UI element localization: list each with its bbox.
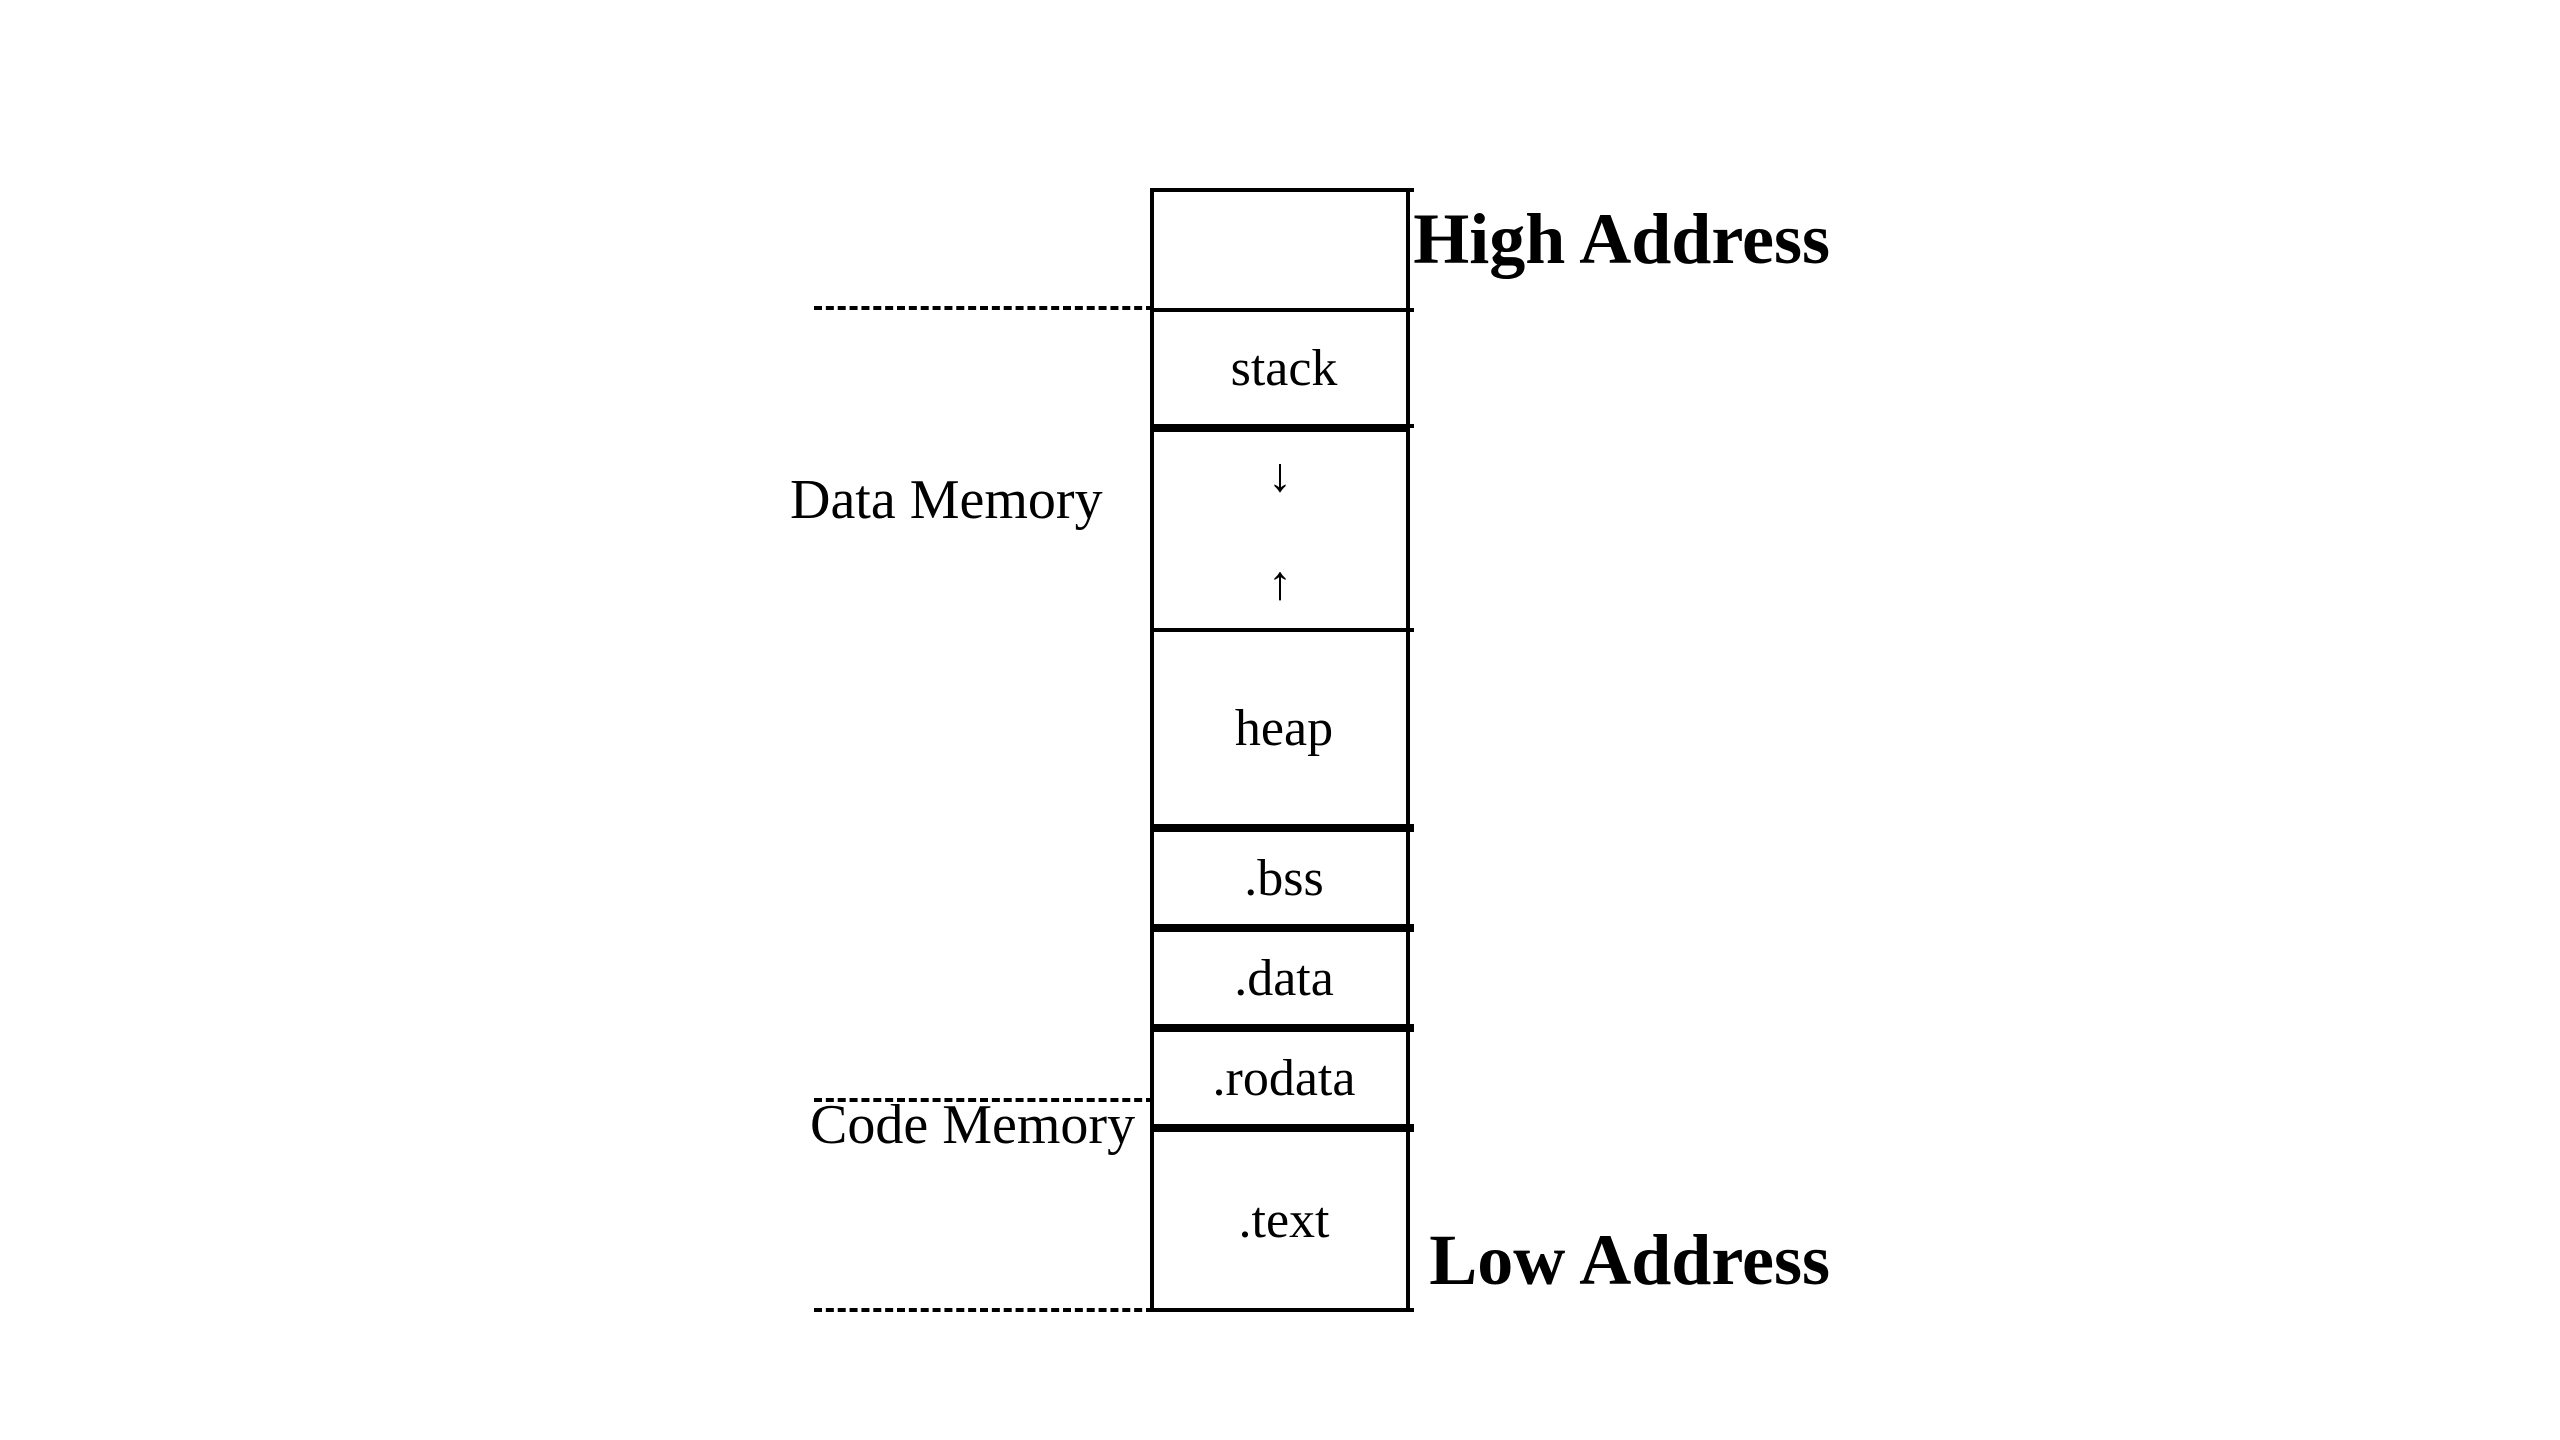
- rodata-label: .rodata: [1213, 1049, 1356, 1108]
- diagram-container: High Address Low Address Data Memory Cod…: [0, 0, 2560, 1440]
- dashed-line-bottom: [814, 1308, 1154, 1312]
- diagram-inner: High Address Low Address Data Memory Cod…: [680, 30, 1880, 1410]
- bss-label: .bss: [1244, 849, 1323, 908]
- dashed-line-top: [814, 306, 1154, 310]
- memory-column: stack ↓ ↑ heap .bss .data: [1150, 188, 1410, 1312]
- low-address-label: Low Address: [1429, 1219, 1830, 1302]
- memory-layout: High Address Low Address Data Memory Cod…: [1150, 188, 1410, 1312]
- text-label: .text: [1239, 1191, 1330, 1250]
- dashed-line-mid: [814, 1098, 1154, 1102]
- segment-bss: .bss: [1154, 828, 1414, 928]
- segment-stack: stack: [1154, 308, 1414, 428]
- segment-text: .text: [1154, 1128, 1414, 1308]
- segment-arrows: ↓ ↑: [1154, 428, 1406, 628]
- heap-label: heap: [1235, 699, 1333, 758]
- data-label: .data: [1234, 949, 1334, 1008]
- segment-data: .data: [1154, 928, 1414, 1028]
- data-memory-label: Data Memory: [790, 468, 1103, 532]
- arrow-down-icon: ↓: [1268, 452, 1292, 500]
- segment-rodata: .rodata: [1154, 1028, 1414, 1128]
- bottom-border: [1154, 1308, 1414, 1312]
- arrow-up-icon: ↑: [1268, 560, 1292, 608]
- top-extension: [1154, 188, 1414, 308]
- code-memory-label: Code Memory: [810, 1093, 1135, 1157]
- high-address-label: High Address: [1413, 198, 1830, 281]
- stack-label: stack: [1231, 339, 1338, 398]
- segment-heap: heap: [1154, 628, 1414, 828]
